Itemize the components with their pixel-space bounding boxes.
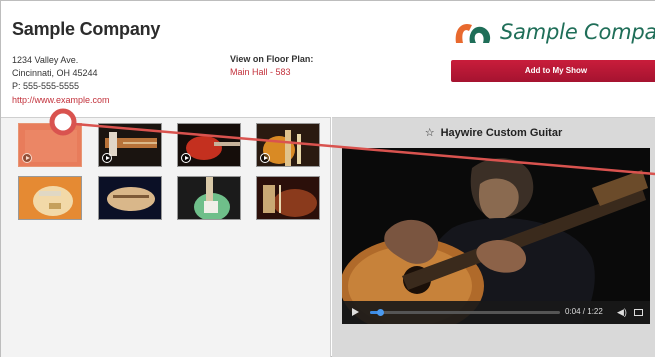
play-icon <box>260 153 270 163</box>
video-frame-image <box>342 148 650 324</box>
progress-track[interactable] <box>370 309 560 316</box>
progress-knob[interactable] <box>376 309 384 316</box>
play-icon[interactable] <box>352 308 359 316</box>
floor-plan-link[interactable]: Main Hall - 583 <box>230 67 291 77</box>
thumbnail-1[interactable] <box>18 123 82 167</box>
company-name: Sample Company <box>12 19 161 39</box>
play-icon <box>181 153 191 163</box>
address-line-2: Cincinnati, OH 45244 <box>12 68 98 78</box>
thumbnail-5[interactable] <box>18 176 82 220</box>
thumbnail-2[interactable] <box>98 123 162 167</box>
logo-text: Sample Company <box>500 20 655 44</box>
website-link[interactable]: http://www.example.com <box>12 94 110 106</box>
fullscreen-icon[interactable] <box>634 309 643 316</box>
phone-number: P: 555-555-5555 <box>12 81 80 91</box>
thumbnail-7[interactable] <box>177 176 241 220</box>
volume-icon[interactable]: ◀) <box>617 307 627 318</box>
address-line-1: 1234 Valley Ave. <box>12 55 79 65</box>
video-title: ☆ Haywire Custom Guitar <box>332 126 655 139</box>
thumbnail-8[interactable] <box>256 176 320 220</box>
favorite-star-icon[interactable]: ☆ <box>425 127 435 139</box>
thumbnail-6[interactable] <box>98 176 162 220</box>
video-controls: 0:04 / 1:22 ◀) <box>342 301 650 324</box>
logo-mark-icon <box>455 23 491 43</box>
add-to-my-show-button[interactable]: Add to My Show <box>451 60 655 82</box>
company-logo: Sample Company <box>452 18 655 48</box>
play-icon <box>22 153 32 163</box>
video-player[interactable] <box>342 148 650 324</box>
time-display: 0:04 / 1:22 <box>565 307 603 316</box>
play-icon <box>102 153 112 163</box>
video-title-text: Haywire Custom Guitar <box>440 127 563 139</box>
thumbnail-4[interactable] <box>256 123 320 167</box>
thumbnail-3[interactable] <box>177 123 241 167</box>
floor-plan-label: View on Floor Plan: <box>230 54 314 64</box>
